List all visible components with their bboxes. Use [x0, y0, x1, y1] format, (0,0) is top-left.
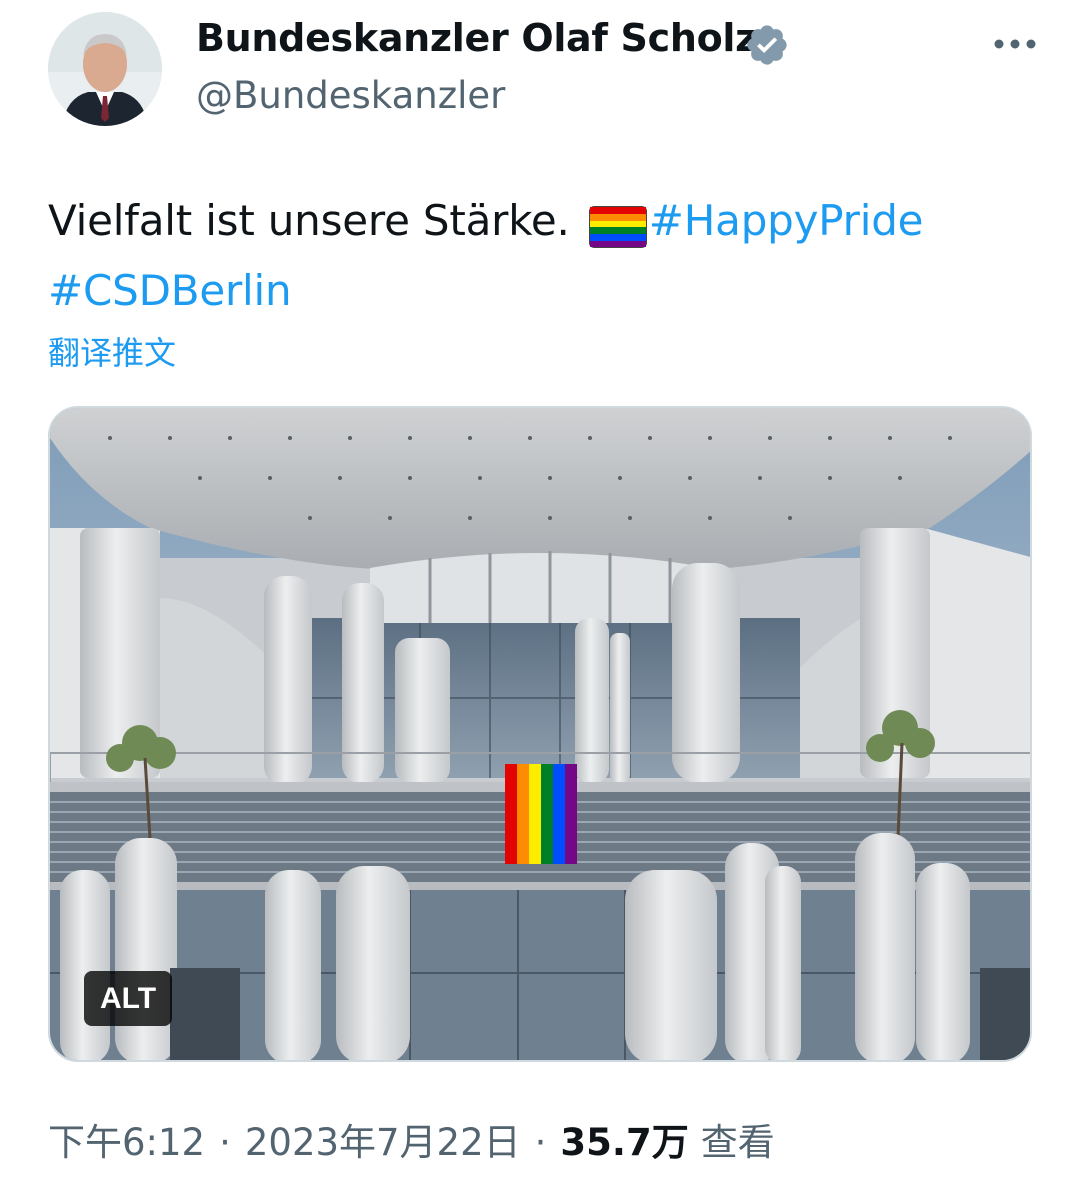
alt-text-badge[interactable]: ALT — [84, 971, 172, 1026]
tweet-date[interactable]: 2023年7月22日 — [245, 1112, 521, 1166]
author-handle[interactable]: @Bundeskanzler — [196, 74, 505, 117]
tweet-main-text: Vielfalt ist unsere Stärke. — [48, 196, 570, 245]
hashtag-link[interactable]: #HappyPride — [649, 196, 924, 245]
more-horizontal-icon — [994, 39, 1036, 49]
tweet-text: Vielfalt ist unsere Stärke. #HappyPride … — [48, 186, 1038, 326]
author-name[interactable]: Bundeskanzler Olaf Scholz — [196, 16, 757, 60]
avatar[interactable] — [48, 12, 162, 126]
views-count: 35.7万 — [560, 1121, 689, 1164]
views-label: 查看 — [700, 1121, 775, 1164]
rainbow-flag-icon — [588, 199, 647, 248]
translate-tweet-link[interactable]: 翻译推文 — [48, 328, 176, 374]
more-options-button[interactable] — [980, 22, 1050, 66]
tweet-time[interactable]: 下午6:12 — [48, 1112, 205, 1166]
chancellery-photo — [50, 408, 1030, 1060]
tweet-meta: 下午6:12 · 2023年7月22日 · 35.7万 查看 — [48, 1112, 775, 1166]
fade-overlay — [770, 1102, 1010, 1162]
meta-separator: · — [534, 1121, 547, 1164]
tweet-media-image[interactable] — [48, 406, 1032, 1062]
verified-badge-icon — [744, 22, 790, 68]
meta-separator: · — [219, 1121, 231, 1164]
hashtag-link[interactable]: #CSDBerlin — [48, 266, 292, 315]
avatar-image — [48, 12, 162, 126]
